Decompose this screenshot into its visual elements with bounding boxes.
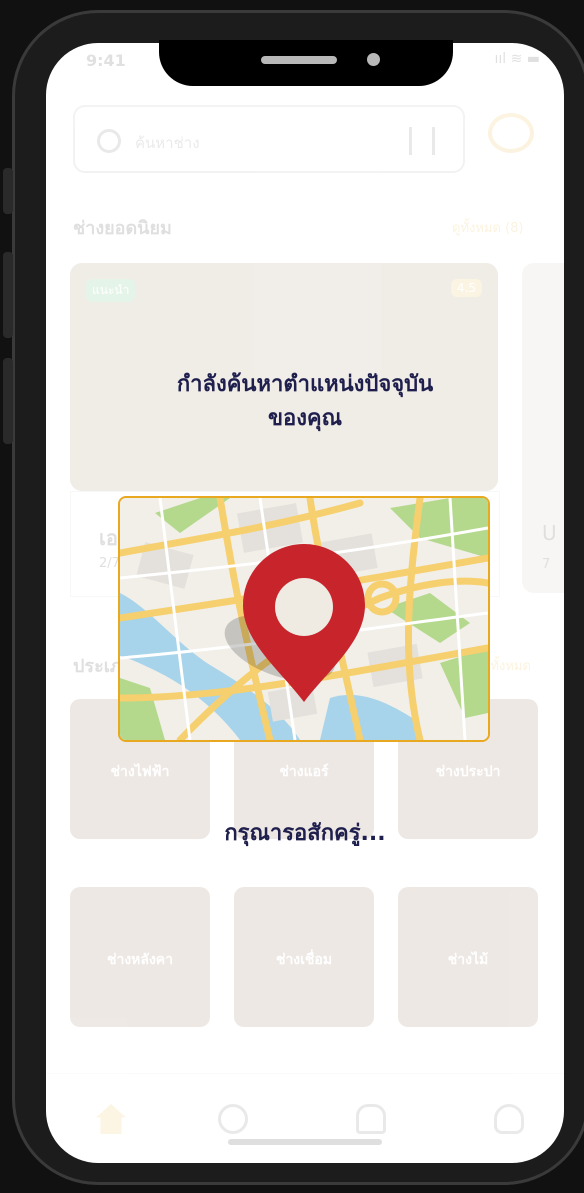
mute-switch: [3, 168, 13, 214]
loading-title-line1: กำลังค้นหาตำแหน่งปัจจุบัน: [176, 372, 434, 397]
chat-icon[interactable]: [488, 113, 534, 153]
category-label: ช่างเชื่อม: [275, 952, 333, 968]
category-welder[interactable]: ช่างเชื่อม: [234, 887, 374, 1027]
category-label: ช่างประปา: [435, 764, 501, 780]
phone-notch: [159, 40, 453, 86]
category-roofer[interactable]: ช่างหลังคา: [70, 887, 210, 1027]
map-illustration: [118, 496, 490, 742]
search-icon: [97, 129, 121, 153]
worker-name: เอ: [99, 526, 118, 550]
chat-money-icon[interactable]: [218, 1104, 248, 1134]
bell-icon[interactable]: [356, 1104, 386, 1134]
filter-icon[interactable]: [409, 127, 435, 155]
profile-icon[interactable]: [494, 1104, 524, 1134]
pin-hole: [275, 578, 333, 636]
volume-down-button: [3, 358, 13, 444]
category-label: ช่างไม้: [447, 952, 489, 968]
category-label: ช่างแอร์: [279, 764, 329, 780]
category-label: ช่างหลังคา: [106, 952, 174, 968]
worker-name-2: U: [542, 521, 557, 545]
category-label: ช่างไฟฟ้า: [110, 764, 170, 780]
status-icons: ııl ≋ ▬: [494, 51, 540, 67]
status-time: 9:41: [86, 51, 126, 70]
speaker: [261, 56, 337, 64]
popular-see-all[interactable]: ดูทั้งหมด (8): [452, 217, 524, 238]
category-carpenter[interactable]: ช่างไม้: [398, 887, 538, 1027]
popular-title: ช่างยอดนิยม: [73, 218, 172, 239]
worker-sub: 2/7: [99, 556, 120, 571]
loading-title: กำลังค้นหาตำแหน่งปัจจุบัน ของคุณ: [46, 368, 564, 436]
search-input[interactable]: ค้นหาช่าง: [135, 131, 200, 155]
home-icon[interactable]: [96, 1104, 126, 1134]
bottom-nav: [46, 1073, 564, 1163]
camera: [367, 53, 380, 66]
rating-badge: 4.5: [450, 279, 482, 297]
map-graphic: [120, 498, 488, 740]
worker-sub-2: 7: [542, 557, 551, 572]
loading-title-line2: ของคุณ: [267, 406, 343, 431]
search-bar[interactable]: ค้นหาช่าง: [73, 105, 465, 173]
wait-message: กรุณารอสักครู่...: [224, 821, 386, 846]
recommended-badge: แนะนำ: [86, 279, 136, 302]
home-indicator: [228, 1139, 382, 1145]
volume-up-button: [3, 252, 13, 338]
